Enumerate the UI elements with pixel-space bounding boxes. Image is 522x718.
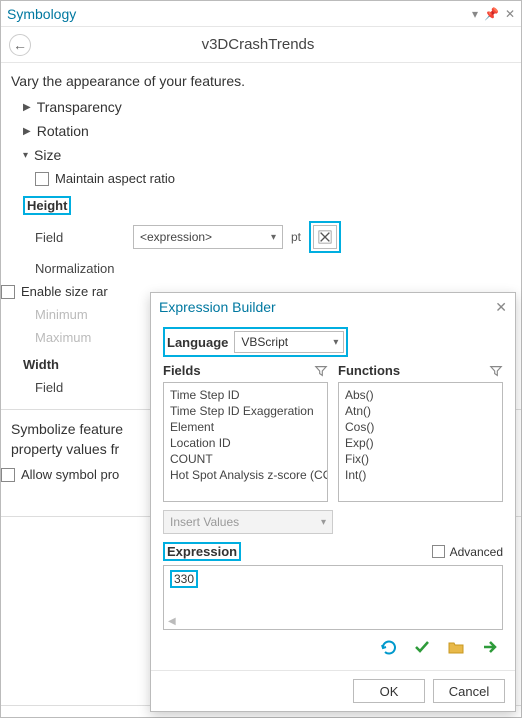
expression-value-highlight: 330 [170, 570, 198, 588]
list-item[interactable]: Time Step ID Exaggeration [170, 403, 321, 419]
open-file-button[interactable] [447, 638, 465, 656]
width-field-label: Field [35, 380, 125, 395]
advanced-checkbox[interactable] [432, 545, 445, 558]
field-value: <expression> [140, 230, 212, 244]
field-unit: pt [291, 230, 301, 244]
back-button[interactable]: ← [9, 34, 31, 56]
language-row: Language VBScript [167, 331, 344, 353]
pin-icon[interactable]: 📌 [484, 7, 499, 21]
fields-label: Fields [163, 363, 314, 378]
export-button[interactable] [481, 638, 499, 656]
chevron-down-icon: ▾ [23, 150, 28, 161]
symbolize-line2: property values fr [11, 441, 119, 457]
maintain-aspect-row: Maintain aspect ratio [35, 167, 521, 190]
autohide-icon[interactable]: ▾ [472, 7, 478, 21]
filter-icon[interactable] [489, 364, 503, 378]
expression-label-highlight: Expression [163, 542, 241, 561]
advanced-row: Advanced [432, 545, 503, 559]
scroll-left-icon: ◀ [168, 616, 176, 627]
normalization-label: Normalization [35, 261, 125, 276]
dialog-buttons: OK Cancel [151, 670, 515, 711]
cancel-button[interactable]: Cancel [433, 679, 505, 703]
list-item[interactable]: Element [170, 419, 321, 435]
minimum-label: Minimum [35, 307, 125, 322]
functions-list[interactable]: Abs() Atn() Cos() Exp() Fix() Int() [338, 382, 503, 502]
list-item[interactable]: Cos() [345, 419, 496, 435]
dialog-titlebar: Expression Builder ✕ [151, 293, 515, 321]
language-value: VBScript [241, 335, 288, 349]
list-item[interactable]: Location ID [170, 435, 321, 451]
normalization-row: Normalization [1, 257, 521, 280]
list-item[interactable]: Fix() [345, 451, 496, 467]
undo-button[interactable] [379, 638, 397, 656]
list-item[interactable]: Time Step ID [170, 387, 321, 403]
insert-values-row: Insert Values [163, 510, 503, 534]
layer-name: v3DCrashTrends [31, 36, 485, 53]
ok-button[interactable]: OK [353, 679, 425, 703]
section-description: Vary the appearance of your features. [1, 63, 521, 95]
list-item[interactable]: Hot Spot Analysis z-score (COU [170, 467, 321, 483]
language-combo[interactable]: VBScript [234, 331, 344, 353]
field-combo[interactable]: <expression> [133, 225, 283, 249]
language-row-highlight: Language VBScript [163, 327, 348, 357]
allow-symbol-prop-checkbox[interactable] [1, 468, 15, 482]
expression-icon [318, 230, 332, 244]
functions-header: Functions [338, 363, 503, 378]
dialog-body: Language VBScript Fields Functions Time … [151, 321, 515, 670]
expression-label-row: Expression Advanced [163, 542, 503, 561]
maximum-label: Maximum [35, 330, 125, 345]
maintain-aspect-label: Maintain aspect ratio [55, 171, 175, 186]
language-label: Language [167, 335, 228, 350]
close-pane-icon[interactable]: ✕ [505, 7, 515, 21]
symbolize-line1: Symbolize feature [11, 421, 123, 437]
functions-label: Functions [338, 363, 489, 378]
allow-symbol-prop-label: Allow symbol pro [21, 467, 119, 482]
section-rotation[interactable]: ▶ Rotation [1, 119, 521, 143]
chevron-right-icon: ▶ [23, 126, 31, 137]
list-item[interactable]: COUNT [170, 451, 321, 467]
enable-size-range-checkbox[interactable] [1, 285, 15, 299]
field-row: Field <expression> pt [1, 217, 521, 257]
maintain-aspect-checkbox[interactable] [35, 172, 49, 186]
section-label: Rotation [37, 123, 89, 139]
section-label: Transparency [37, 99, 122, 115]
section-transparency[interactable]: ▶ Transparency [1, 95, 521, 119]
pane-header: ← v3DCrashTrends [1, 27, 521, 63]
field-label: Field [35, 230, 125, 245]
height-label-highlight: Height [23, 196, 71, 215]
list-item[interactable]: Int() [345, 467, 496, 483]
insert-values-label: Insert Values [170, 515, 239, 529]
dialog-title: Expression Builder [159, 299, 276, 315]
expression-builder-dialog: Expression Builder ✕ Language VBScript F… [150, 292, 516, 712]
advanced-label: Advanced [450, 545, 503, 559]
section-size[interactable]: ▾ Size [1, 143, 521, 167]
toolbar-icons [163, 630, 503, 664]
expression-button-highlight [309, 221, 341, 253]
insert-values-combo[interactable]: Insert Values [163, 510, 333, 534]
dialog-close-button[interactable]: ✕ [495, 299, 507, 316]
section-label: Size [34, 147, 61, 163]
pane-title: Symbology [7, 6, 466, 22]
list-item[interactable]: Atn() [345, 403, 496, 419]
fields-header: Fields [163, 363, 328, 378]
enable-size-range-label: Enable size rar [21, 284, 108, 299]
list-headers: Fields Functions [163, 363, 503, 378]
lists-container: Time Step ID Time Step ID Exaggeration E… [163, 382, 503, 502]
list-item[interactable]: Exp() [345, 435, 496, 451]
pane-titlebar: Symbology ▾ 📌 ✕ [1, 1, 521, 27]
filter-icon[interactable] [314, 364, 328, 378]
height-heading: Height [23, 198, 521, 213]
validate-button[interactable] [413, 638, 431, 656]
fields-list[interactable]: Time Step ID Time Step ID Exaggeration E… [163, 382, 328, 502]
chevron-right-icon: ▶ [23, 102, 31, 113]
expression-textarea[interactable]: 330 ◀ [163, 565, 503, 630]
list-item[interactable]: Abs() [345, 387, 496, 403]
expression-builder-button[interactable] [313, 225, 337, 249]
